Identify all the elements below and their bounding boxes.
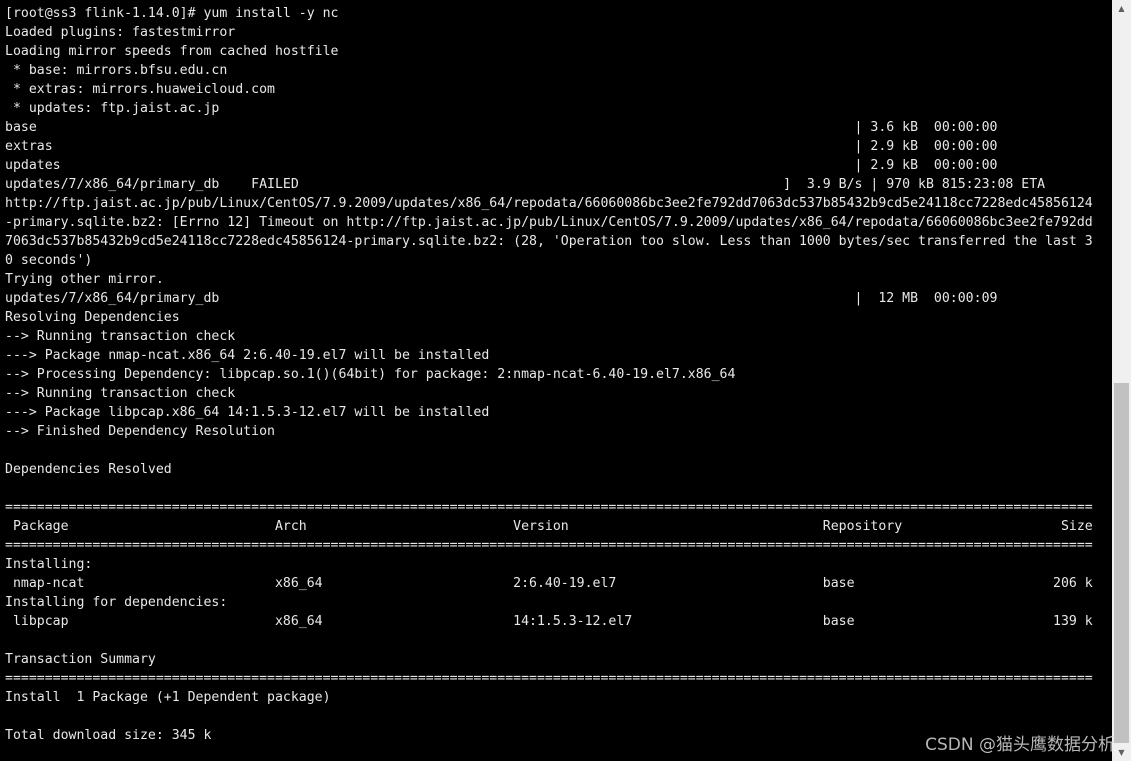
terminal-line: --> Finished Dependency Resolution [5, 424, 275, 439]
terminal-line: Resolving Dependencies [5, 310, 180, 325]
terminal-line: nmap-ncat x86_64 2:6.40-19.el7 base 206 … [5, 576, 1093, 591]
terminal-line: * base: mirrors.bfsu.edu.cn [5, 63, 228, 78]
vertical-scrollbar[interactable]: ▲ ▼ [1112, 0, 1131, 761]
terminal-line: Loaded plugins: fastestmirror [5, 25, 236, 40]
terminal-window[interactable]: [root@ss3 flink-1.14.0]# yum install -y … [0, 0, 1112, 761]
terminal-line: --> Processing Dependency: libpcap.so.1(… [5, 367, 736, 382]
terminal-line: -primary.sqlite.bz2: [Errno 12] Timeout … [5, 215, 1093, 230]
terminal-line: ---> Package nmap-ncat.x86_64 2:6.40-19.… [5, 348, 490, 363]
terminal-line: --> Running transaction check [5, 386, 236, 401]
terminal-line: ========================================… [5, 671, 1093, 686]
terminal-line: updates/7/x86_64/primary_db FAILED ] 3.9… [5, 177, 1046, 192]
terminal-line: ========================================… [5, 538, 1093, 553]
terminal-line: updates | 2.9 kB 00:00:00 [5, 158, 998, 173]
terminal-line: base | 3.6 kB 00:00:00 [5, 120, 998, 135]
terminal-line: Trying other mirror. [5, 272, 164, 287]
terminal-line: extras | 2.9 kB 00:00:00 [5, 139, 998, 154]
terminal-line: --> Running transaction check [5, 329, 236, 344]
terminal-line: http://ftp.jaist.ac.jp/pub/Linux/CentOS/… [5, 196, 1093, 211]
terminal-output[interactable]: [root@ss3 flink-1.14.0]# yum install -y … [0, 0, 1112, 745]
terminal-line: Installing for dependencies: [5, 595, 228, 610]
terminal-line: Installing: [5, 557, 93, 572]
terminal-line: libpcap x86_64 14:1.5.3-12.el7 base 139 … [5, 614, 1093, 629]
terminal-line: * extras: mirrors.huaweicloud.com [5, 82, 275, 97]
terminal-line: Dependencies Resolved [5, 462, 172, 477]
scrollbar-thumb[interactable] [1114, 383, 1129, 743]
terminal-line: ========================================… [5, 500, 1093, 515]
terminal-line: Transaction Summary [5, 652, 156, 667]
terminal-line: Package Arch Version Repository Size [5, 519, 1093, 534]
terminal-line: 7063dc537b85432b9cd5e24118cc7228edc45856… [5, 234, 1093, 249]
terminal-line: ---> Package libpcap.x86_64 14:1.5.3-12.… [5, 405, 490, 420]
terminal-line: * updates: ftp.jaist.ac.jp [5, 101, 220, 116]
terminal-line: 0 seconds') [5, 253, 93, 268]
terminal-line: Loading mirror speeds from cached hostfi… [5, 44, 339, 59]
terminal-line: updates/7/x86_64/primary_db | 12 MB 00:0… [5, 291, 998, 306]
terminal-line: [root@ss3 flink-1.14.0]# yum install -y … [5, 6, 339, 21]
csdn-watermark: CSDN @猫头鹰数据分析 [925, 735, 1115, 755]
scroll-up-arrow-icon[interactable]: ▲ [1112, 0, 1131, 17]
terminal-line: Install 1 Package (+1 Dependent package) [5, 690, 331, 705]
